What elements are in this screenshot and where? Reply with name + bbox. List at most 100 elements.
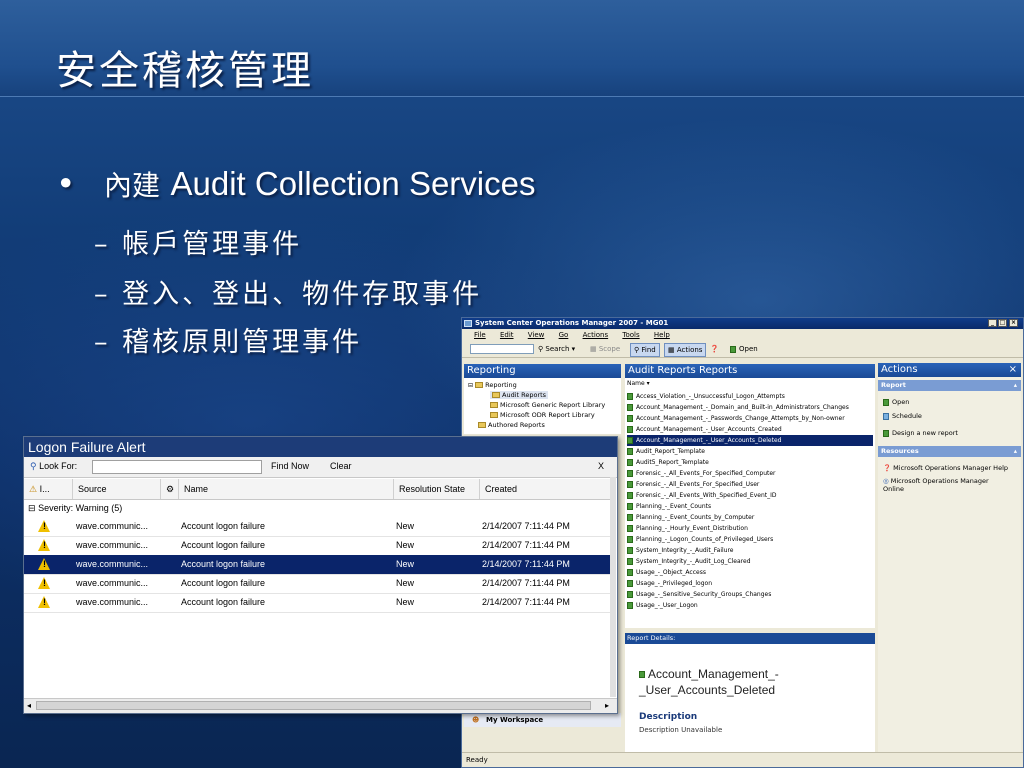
alert-name: Account logon failure — [181, 578, 266, 588]
tree-item-authored-reports[interactable]: Authored Reports — [478, 421, 545, 429]
report-icon — [627, 426, 633, 433]
minimize-button[interactable]: _ — [988, 319, 997, 327]
action-schedule[interactable]: Schedule — [883, 412, 922, 420]
report-list-item[interactable]: Planning_-_Hourly_Event_Distribution — [627, 523, 873, 534]
tree-item-odr-library[interactable]: Microsoft ODR Report Library — [490, 411, 595, 419]
report-list-item[interactable]: Account_Management_-_User_Accounts_Creat… — [627, 424, 873, 435]
actions-button[interactable]: ▦ Actions — [664, 343, 707, 357]
report-list-item[interactable]: Usage_-_Object_Access — [627, 567, 873, 578]
find-now-button[interactable]: Find Now — [271, 461, 309, 471]
menu-view[interactable]: View — [528, 331, 545, 339]
report-list-item[interactable]: Planning_-_Logon_Counts_of_Privileged_Us… — [627, 534, 873, 545]
clear-button[interactable]: Clear — [330, 461, 352, 471]
horizontal-scrollbar[interactable]: ◂ ▸ — [24, 698, 617, 713]
report-list-item[interactable]: System_Integrity_-_Audit_Log_Cleared — [627, 556, 873, 567]
report-icon — [627, 481, 633, 488]
help-icon[interactable]: ❓ — [710, 344, 719, 355]
report-name: Account_Management_-_User_Accounts_Delet… — [636, 437, 782, 444]
action-open[interactable]: Open — [883, 398, 909, 406]
my-workspace-button[interactable]: ☻ My Workspace — [464, 713, 621, 727]
report-list-item[interactable]: Account_Management_-_Passwords_Change_At… — [627, 413, 873, 424]
vertical-scrollbar[interactable] — [610, 477, 616, 697]
menu-go[interactable]: Go — [559, 331, 569, 339]
report-list-item[interactable]: Usage_-_User_Logon — [627, 600, 873, 611]
alert-row[interactable]: ! wave.communic... Account logon failure Ne… — [24, 555, 610, 575]
report-list-item[interactable]: Audit_Report_Template — [627, 446, 873, 457]
report-list-item[interactable]: Planning_-_Event_Counts — [627, 501, 873, 512]
col-maintenance[interactable]: ⚙ — [160, 479, 178, 499]
report-details-pane: Report Details: Account_Management_-_Use… — [625, 633, 875, 753]
bullet-mark: • — [56, 164, 76, 203]
maximize-button[interactable]: □ — [998, 319, 1007, 327]
col-resolution-state[interactable]: Resolution State — [393, 479, 479, 499]
report-list-item[interactable]: Access_Violation_-_Unsuccessful_Logon_At… — [627, 391, 873, 402]
col-created[interactable]: Created — [479, 479, 610, 499]
report-name: System_Integrity_-_Audit_Log_Cleared — [636, 558, 751, 565]
tree-item-audit-reports[interactable]: Audit Reports — [490, 391, 549, 399]
report-icon — [627, 558, 633, 565]
warning-mark: ! — [43, 559, 46, 569]
col-name[interactable]: Name — [178, 479, 393, 499]
report-name: Account_Management_-_Passwords_Change_At… — [636, 415, 845, 422]
tree-item-reporting[interactable]: ⊟ Reporting — [468, 381, 517, 389]
report-list-item[interactable]: Planning_-_Event_Counts_by_Computer — [627, 512, 873, 523]
resources-section-header[interactable]: Resources ▴ — [878, 446, 1021, 457]
menu-help[interactable]: Help — [654, 331, 670, 339]
tree-item-generic-library[interactable]: Microsoft Generic Report Library — [490, 401, 605, 409]
col-icon[interactable]: ⚠ I... — [24, 479, 72, 499]
subbullet-text: 登入、登出、物件存取事件 — [122, 279, 483, 310]
reports-header: Audit Reports Reports — [625, 364, 875, 378]
subbullet-1: – 帳戶管理事件 — [94, 222, 302, 261]
menu-tools[interactable]: Tools — [622, 331, 639, 339]
report-list-item[interactable]: Account_Management_-_Domain_and_Built-in… — [627, 402, 873, 413]
col-source[interactable]: Source — [72, 479, 160, 499]
report-list-item[interactable]: System_Integrity_-_Audit_Failure — [627, 545, 873, 556]
scroll-right-icon[interactable]: ▸ — [605, 701, 609, 710]
report-list-item[interactable]: Audit5_Report_Template — [627, 457, 873, 468]
alert-title: Logon Failure Alert — [24, 437, 617, 457]
search-input[interactable] — [470, 344, 534, 354]
name-column-header[interactable]: Name ▾ — [627, 380, 650, 387]
actions-icon: ▦ — [668, 346, 675, 354]
report-list-item[interactable]: Usage_-_Privileged_logon — [627, 578, 873, 589]
report-name: Usage_-_User_Logon — [636, 602, 698, 609]
scroll-left-icon[interactable]: ◂ — [27, 701, 31, 710]
menu-file[interactable]: File — [474, 331, 486, 339]
alert-source: wave.communic... — [76, 559, 149, 569]
description-value: Description Unavailable — [639, 726, 723, 734]
report-name: Audit5_Report_Template — [636, 459, 709, 466]
report-icon — [627, 591, 633, 598]
close-button[interactable]: × — [1009, 319, 1018, 327]
alert-row[interactable]: ! wave.communic... Account logon failure Ne… — [24, 574, 610, 594]
report-list-item[interactable]: Forensic_-_All_Events_For_Specified_Comp… — [627, 468, 873, 479]
description-label: Description — [639, 712, 698, 722]
alert-row[interactable]: ! wave.communic... Account logon failure Ne… — [24, 536, 610, 556]
scroll-thumb[interactable] — [36, 701, 591, 710]
alert-row[interactable]: ! wave.communic... Account logon failure Ne… — [24, 517, 610, 537]
severity-group[interactable]: ⊟ Severity: Warning (5) — [28, 503, 122, 514]
action-design-report[interactable]: Design a new report — [883, 429, 958, 437]
open-button[interactable]: Open — [730, 344, 758, 355]
menu-edit[interactable]: Edit — [500, 331, 514, 339]
report-list-item[interactable]: Forensic_-_All_Events_For_Specified_User — [627, 479, 873, 490]
look-for-input[interactable] — [92, 460, 262, 474]
report-name: Forensic_-_All_Events_For_Specified_Comp… — [636, 470, 776, 477]
close-find-button[interactable]: X — [598, 461, 604, 471]
close-icon[interactable]: × — [1009, 363, 1017, 377]
collapse-icon: ▴ — [1013, 447, 1017, 455]
find-button[interactable]: ⚲ Find — [630, 343, 660, 357]
resource-online[interactable]: ◎ Microsoft Operations Manager Online — [883, 477, 1008, 493]
scope-button[interactable]: ▦ Scope — [590, 344, 620, 355]
menu-actions[interactable]: Actions — [583, 331, 609, 339]
report-list-item[interactable]: Forensic_-_All_Events_With_Specified_Eve… — [627, 490, 873, 501]
report-list-item[interactable]: Usage_-_Sensitive_Security_Groups_Change… — [627, 589, 873, 600]
resource-help[interactable]: ❓ Microsoft Operations Manager Help — [883, 464, 1008, 472]
report-name: Planning_-_Event_Counts_by_Computer — [636, 514, 755, 521]
report-section-header[interactable]: Report ▴ — [878, 380, 1021, 391]
report-name: Forensic_-_All_Events_With_Specified_Eve… — [636, 492, 777, 499]
warning-mark: ! — [43, 597, 46, 607]
alert-row[interactable]: ! wave.communic... Account logon failure Ne… — [24, 593, 610, 613]
search-button[interactable]: ⚲ Search ▾ — [538, 344, 575, 355]
report-list-item[interactable]: Account_Management_-_User_Accounts_Delet… — [627, 435, 873, 446]
scom-titlebar[interactable]: System Center Operations Manager 2007 - … — [462, 318, 1023, 329]
